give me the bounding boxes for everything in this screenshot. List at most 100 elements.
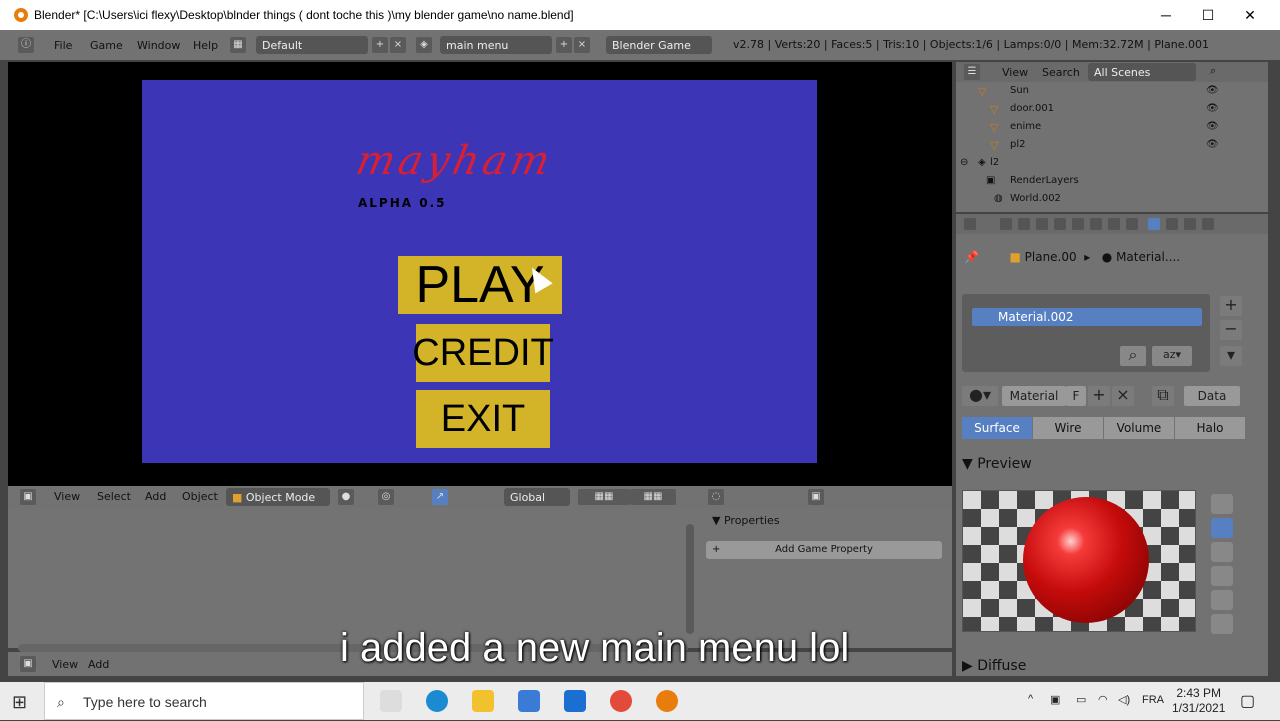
preview-sky-icon[interactable] (1211, 614, 1233, 634)
viewport-menu-object[interactable]: Object (182, 490, 218, 503)
info-editor-icon[interactable]: ⓘ (18, 37, 34, 53)
scene-tab-icon[interactable] (1018, 218, 1030, 230)
taskbar-search-box[interactable]: ⌕ Type here to search (44, 682, 364, 720)
volume-icon[interactable]: ◁) (1118, 693, 1130, 706)
file-explorer-icon[interactable] (472, 690, 494, 712)
properties-editor-icon[interactable] (964, 218, 976, 230)
tab-surface[interactable]: Surface (962, 417, 1032, 439)
data-tab-icon[interactable] (1108, 218, 1120, 230)
minimize-button[interactable]: ─ (1144, 0, 1188, 30)
eye-icon[interactable]: 👁 (1206, 121, 1219, 132)
preview-hair-icon[interactable] (1211, 590, 1233, 610)
properties-header[interactable]: ▼ Properties (712, 514, 780, 527)
new-material-icon[interactable]: + (1088, 386, 1110, 406)
layout-remove-icon[interactable]: × (390, 37, 406, 53)
layout-icon[interactable]: ▦ (230, 37, 246, 53)
tab-volume[interactable]: Volume (1104, 417, 1174, 439)
slot-menu-button[interactable]: ▾ (1220, 346, 1242, 366)
material-tab-icon[interactable] (1148, 218, 1160, 230)
language-indicator[interactable]: FRA (1142, 694, 1164, 706)
add-slot-button[interactable]: + (1220, 296, 1242, 316)
outliner-menu-view[interactable]: View (1002, 66, 1028, 79)
tab-halo[interactable]: Halo (1175, 417, 1245, 439)
snap-icon[interactable]: ◌ (708, 489, 724, 505)
layout-add-icon[interactable]: + (372, 37, 388, 53)
engine-dropdown[interactable]: Blender Game (606, 36, 712, 54)
physics-tab-icon[interactable] (1126, 218, 1138, 230)
expand-icon[interactable]: ⊖ (960, 157, 968, 168)
preview-plane-icon[interactable] (1211, 494, 1233, 514)
manipulator-icon[interactable]: ↗ (432, 489, 448, 505)
world-tab-icon[interactable] (1036, 218, 1048, 230)
wifi-icon[interactable]: ◠ (1098, 693, 1108, 706)
menu-window[interactable]: Window (127, 39, 190, 52)
pin-icon[interactable]: 📌 (964, 250, 979, 264)
layers-grid-2-icon[interactable]: ▦▦ (630, 489, 676, 505)
scene-dropdown[interactable]: main menu (440, 36, 552, 54)
physics-2-tab-icon[interactable] (1202, 218, 1214, 230)
windows-start-icon[interactable]: ⊞ (12, 692, 27, 713)
constraints-tab-icon[interactable] (1072, 218, 1084, 230)
credit-button[interactable]: CREDIT (412, 324, 554, 382)
logic-menu-view[interactable]: View (52, 658, 78, 671)
viewport-menu-add[interactable]: Add (145, 490, 166, 503)
outliner-row[interactable]: ▽ enime 👁 (956, 118, 1268, 136)
breadcrumb-material[interactable]: Material.... (1116, 250, 1180, 264)
outliner-row[interactable]: ▽ door.001 👁 (956, 100, 1268, 118)
maximize-button[interactable]: ☐ (1186, 0, 1230, 30)
orientation-dropdown[interactable]: Global (504, 488, 570, 506)
tab-wire[interactable]: Wire (1033, 417, 1103, 439)
editor-type-icon[interactable]: ▣ (20, 489, 36, 505)
render-icon[interactable]: ▣ (808, 489, 824, 505)
layers-grid-icon[interactable]: ▦▦ (578, 489, 630, 505)
edge-icon[interactable] (426, 690, 448, 712)
blender-taskbar-icon[interactable] (656, 690, 678, 712)
taskbar-clock[interactable]: 2:43 PM 1/31/2021 (1172, 686, 1225, 716)
viewport-menu-select[interactable]: Select (97, 490, 131, 503)
notifications-icon[interactable]: ▢ (1240, 691, 1255, 711)
object-tab-icon[interactable] (1054, 218, 1066, 230)
shading-icon[interactable]: ● (338, 489, 354, 505)
outliner-menu-search[interactable]: Search (1042, 66, 1080, 79)
scene-remove-icon[interactable]: × (574, 37, 590, 53)
sort-alpha-icon[interactable]: az▾ (1152, 346, 1192, 366)
scene-icon[interactable]: ◈ (416, 37, 432, 53)
tray-chevron-icon[interactable]: ^ (1028, 693, 1033, 705)
eye-icon[interactable]: 👁 (1206, 139, 1219, 150)
outliner-row[interactable]: ▣ RenderLayers (956, 172, 1268, 190)
pivot-icon[interactable]: ◎ (378, 489, 394, 505)
chrome-icon[interactable] (610, 690, 632, 712)
preview-cube-icon[interactable] (1211, 542, 1233, 562)
exit-button[interactable]: EXIT (416, 390, 550, 448)
menu-file[interactable]: File (44, 39, 82, 52)
logic-editor-icon[interactable]: ▣ (20, 656, 36, 672)
link-data-dropdown[interactable]: Data (1184, 386, 1240, 406)
add-game-property-button[interactable]: + Add Game Property (706, 541, 942, 559)
close-button[interactable]: ✕ (1228, 0, 1272, 30)
filter-search-icon[interactable]: ⌕ (1120, 346, 1146, 366)
eye-icon[interactable]: 👁 (1206, 85, 1219, 96)
preview-sphere-icon[interactable] (1211, 518, 1233, 538)
layout-dropdown[interactable]: Default (256, 36, 368, 54)
search-icon[interactable]: ⌕ (1210, 64, 1216, 78)
menu-help[interactable]: Help (183, 39, 228, 52)
fake-user-button[interactable]: F (1066, 386, 1086, 406)
copy-material-icon[interactable]: ⧉ (1152, 386, 1174, 406)
logic-menu-add[interactable]: Add (88, 658, 109, 671)
mode-dropdown[interactable]: ■ Object Mode (226, 488, 330, 506)
eye-icon[interactable]: 👁 (1206, 103, 1219, 114)
unlink-material-icon[interactable]: × (1112, 386, 1134, 406)
particles-tab-icon[interactable] (1184, 218, 1196, 230)
diffuse-panel-header[interactable]: ▶ Diffuse (962, 658, 1026, 674)
menu-game[interactable]: Game (80, 39, 133, 52)
material-name-field[interactable]: Material (1002, 386, 1066, 406)
tray-app-icon[interactable]: ▣ (1050, 693, 1060, 706)
outliner-row[interactable]: ⊖ ◈ l2 (956, 154, 1268, 172)
store-icon[interactable] (518, 690, 540, 712)
texture-tab-icon[interactable] (1166, 218, 1178, 230)
modifiers-tab-icon[interactable] (1090, 218, 1102, 230)
preview-panel-header[interactable]: ▼ Preview (962, 456, 1032, 472)
remove-slot-button[interactable]: − (1220, 320, 1242, 340)
material-browse-icon[interactable]: ●▾ (962, 386, 998, 406)
vertical-scrollbar[interactable] (686, 524, 694, 634)
